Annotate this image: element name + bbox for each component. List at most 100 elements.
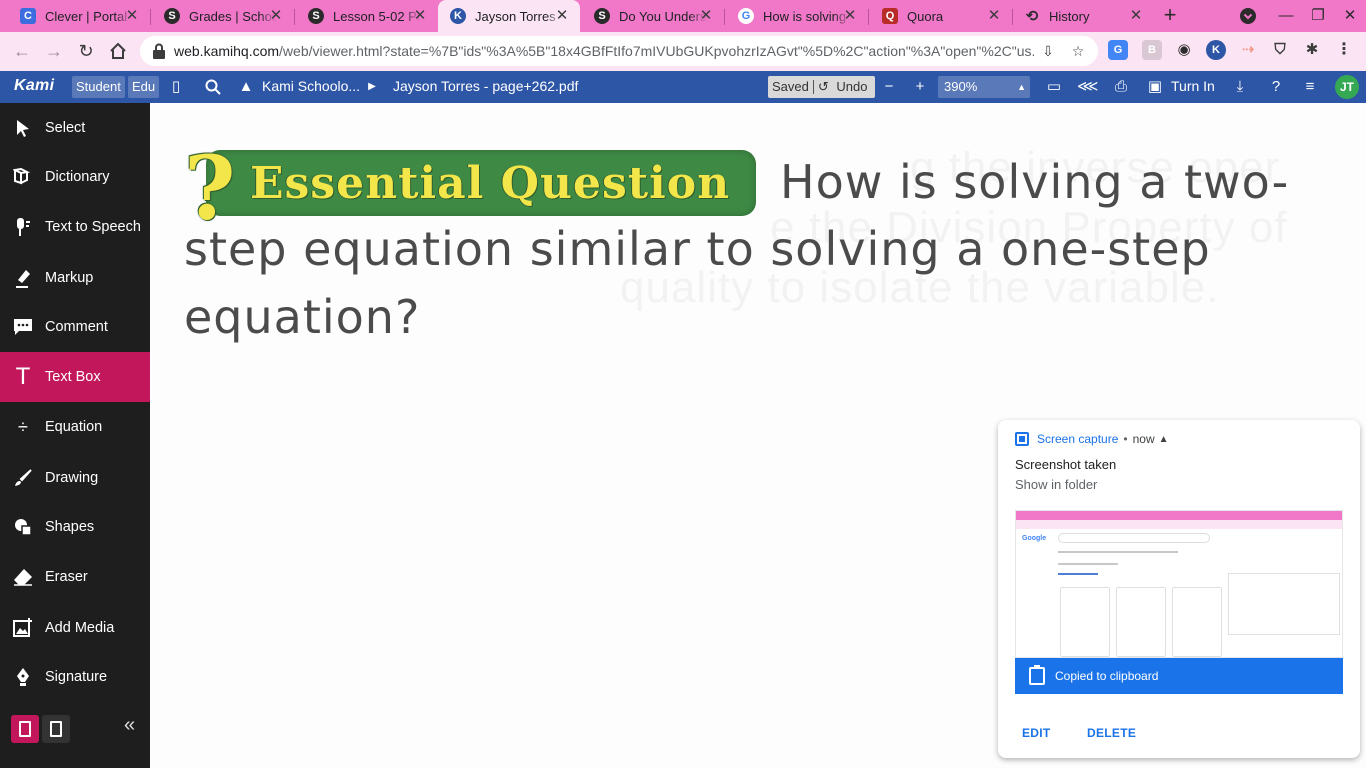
tool-label: Select — [45, 120, 86, 136]
zoom-out-icon[interactable]: − — [879, 77, 899, 97]
schoology-icon: S — [308, 8, 324, 24]
tab-quora[interactable]: Q Quora ✕ — [870, 0, 1012, 32]
tool-label: Add Media — [45, 620, 115, 636]
tool-comment[interactable]: Comment — [0, 302, 150, 352]
close-icon[interactable]: ✕ — [554, 8, 570, 24]
media-icon — [12, 617, 34, 639]
saved-label: Saved — [772, 79, 809, 94]
open-folder-icon[interactable]: ▭ — [1044, 77, 1064, 97]
collapse-sidebar-icon[interactable]: « — [124, 714, 135, 737]
help-icon[interactable]: ? — [1266, 77, 1286, 97]
clever-icon: C — [20, 8, 36, 24]
highlighter-icon — [12, 267, 34, 289]
print-icon[interactable]: ⎙ — [1111, 77, 1131, 97]
tab-search-icon[interactable] — [1236, 4, 1260, 28]
zoom-in-icon[interactable]: + — [910, 77, 930, 97]
search-icon[interactable] — [203, 77, 223, 97]
translate-extension-icon[interactable]: G — [1108, 40, 1128, 60]
quora-icon: Q — [882, 8, 898, 24]
share-icon[interactable]: ⋘ — [1077, 77, 1098, 97]
tab-lesson[interactable]: S Lesson 5-02 Practice ✕ — [296, 0, 438, 32]
home-icon[interactable] — [105, 38, 131, 64]
back-icon[interactable]: ← — [9, 38, 35, 64]
essential-question-banner: ? Essential Question — [184, 136, 756, 240]
tool-label: Text to Speech — [45, 219, 141, 235]
address-bar[interactable]: web.kamihq.com/web/viewer.html?state=%7B… — [140, 36, 1098, 66]
extension-owl-icon[interactable]: ◉ — [1174, 40, 1194, 60]
text-icon: T — [16, 364, 30, 390]
install-icon[interactable]: ⇩ — [1040, 43, 1056, 59]
single-page-view-icon[interactable] — [11, 715, 39, 743]
close-icon[interactable]: ✕ — [1128, 8, 1144, 24]
close-icon[interactable]: ✕ — [842, 8, 858, 24]
minimize-icon[interactable]: — — [1274, 4, 1298, 28]
avatar[interactable]: JT — [1335, 75, 1359, 99]
close-icon[interactable]: ✕ — [124, 8, 140, 24]
tool-equation[interactable]: ÷ Equation — [0, 402, 150, 452]
brush-icon — [12, 467, 34, 489]
copied-to-clipboard-bar: Copied to clipboard — [1015, 658, 1343, 694]
new-tab-button[interactable]: + — [1158, 4, 1182, 28]
tab-history[interactable]: ⟲ History ✕ — [1012, 0, 1154, 32]
tool-label: Comment — [45, 319, 108, 335]
turn-in-button[interactable]: Turn In — [1171, 78, 1215, 94]
forward-icon[interactable]: → — [41, 38, 67, 64]
tool-select[interactable]: Select — [0, 103, 150, 153]
google-drive-icon: ▲ — [238, 78, 254, 95]
tool-dictionary[interactable]: Dictionary — [0, 152, 150, 202]
shapes-icon — [12, 516, 34, 538]
kami-extension-icon[interactable]: K — [1206, 40, 1226, 60]
lock-icon[interactable] — [152, 43, 166, 59]
close-icon[interactable]: ✕ — [412, 8, 428, 24]
tab-clever[interactable]: C Clever | Portal ✕ — [8, 0, 150, 32]
cursor-icon — [12, 117, 34, 139]
extensions-puzzle-icon[interactable]: ✱ — [1302, 40, 1322, 60]
kami-header: Kami Student Edu ▯ ▲ Kami Schoolo... ▶ J… — [0, 71, 1366, 103]
tab-grades[interactable]: S Grades | Schoology ✕ — [152, 0, 294, 32]
tool-text-to-speech[interactable]: Text to Speech — [0, 202, 150, 252]
download-icon[interactable]: ⤓ — [1230, 77, 1250, 97]
browser-toolbar: ← → ↻ web.kamihq.com/web/viewer.html?sta… — [0, 32, 1366, 71]
question-text-line-1: How is solving a two- — [780, 155, 1290, 209]
tool-text-box[interactable]: T Text Box — [0, 352, 150, 402]
extension-b-icon[interactable]: B — [1142, 40, 1162, 60]
tool-sidebar: Select Dictionary Text to Speech Markup … — [0, 103, 150, 768]
menu-icon[interactable]: ≡ — [1300, 77, 1320, 97]
close-icon[interactable]: ✕ — [986, 8, 1002, 24]
tab-do-you-understand[interactable]: S Do You Understand ✕ — [582, 0, 724, 32]
clipboard-icon — [1029, 665, 1045, 685]
delete-button[interactable]: DELETE — [1087, 726, 1136, 740]
screenshot-thumbnail[interactable]: Google — [1015, 510, 1343, 658]
tool-drawing[interactable]: Drawing — [0, 453, 150, 503]
tab-google-search[interactable]: G How is solving a two ✕ — [726, 0, 868, 32]
save-disk-icon[interactable]: ▣ — [1145, 77, 1165, 97]
show-in-folder-link[interactable]: Show in folder — [1015, 477, 1097, 492]
restore-icon[interactable]: ❐ — [1306, 4, 1330, 28]
extension-share-icon[interactable]: ⇢ — [1238, 40, 1258, 60]
zoom-select[interactable]: 390% ▲ — [938, 76, 1030, 98]
tool-shapes[interactable]: Shapes — [0, 502, 150, 552]
window-close-icon[interactable]: ✕ — [1338, 4, 1362, 28]
edit-button[interactable]: EDIT — [1022, 726, 1051, 740]
bookmark-star-icon[interactable]: ☆ — [1070, 43, 1086, 59]
double-page-view-icon[interactable] — [42, 715, 70, 743]
tool-signature[interactable]: Signature — [0, 652, 150, 702]
tab-kami-document[interactable]: K Jayson Torres - page ✕ — [438, 0, 580, 32]
close-icon[interactable]: ✕ — [268, 8, 284, 24]
browser-menu-icon[interactable]: ⋮ — [1334, 40, 1354, 60]
tool-markup[interactable]: Markup — [0, 253, 150, 303]
tool-eraser[interactable]: Eraser — [0, 552, 150, 602]
eraser-icon — [12, 566, 34, 588]
breadcrumb-folder[interactable]: Kami Schoolo... — [262, 78, 360, 94]
close-icon[interactable]: ✕ — [698, 8, 714, 24]
document-title[interactable]: Jayson Torres - page+262.pdf — [393, 78, 578, 94]
tab-title: Lesson 5-02 Practice — [333, 8, 421, 24]
chevron-up-icon[interactable]: ▲ — [1159, 434, 1169, 445]
shield-extension-icon[interactable]: ⛉ — [1270, 40, 1290, 60]
sidebar-toggle-icon[interactable]: ▯ — [166, 77, 186, 97]
book-icon — [12, 166, 34, 188]
reload-icon[interactable]: ↻ — [73, 38, 99, 64]
browser-tab-strip: C Clever | Portal ✕ S Grades | Schoology… — [0, 0, 1366, 32]
tool-add-media[interactable]: Add Media — [0, 603, 150, 653]
undo-button[interactable]: ↺ Undo — [814, 76, 876, 98]
